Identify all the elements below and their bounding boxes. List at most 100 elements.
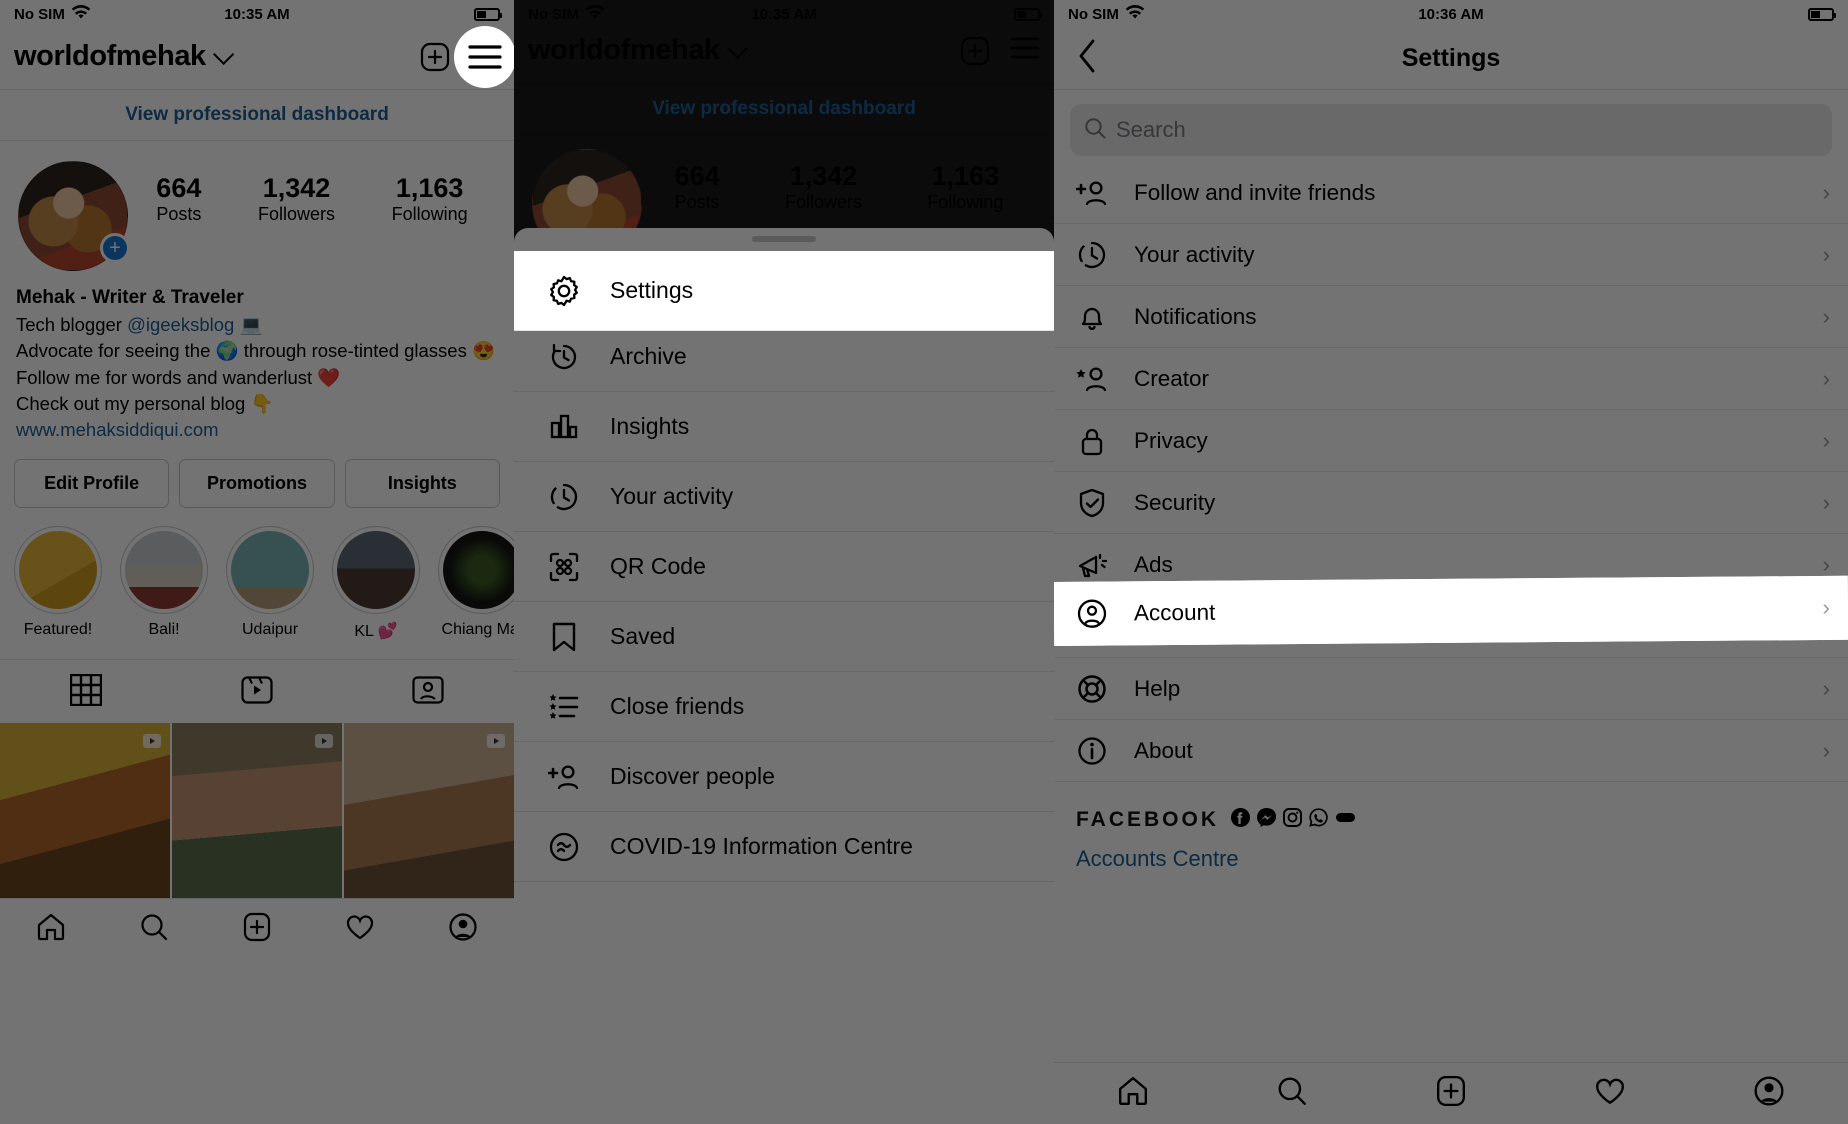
add-person-icon [1076, 177, 1116, 209]
battery-icon [474, 7, 502, 21]
activity-clock-icon [1076, 239, 1116, 271]
highlight-cover [231, 531, 309, 610]
shield-check-icon [1076, 487, 1116, 519]
search-input[interactable]: Search [1070, 104, 1832, 156]
chevron-down-icon[interactable] [726, 37, 749, 59]
avatar[interactable]: + [18, 161, 130, 271]
settings-item-label: Security [1134, 489, 1216, 515]
add-story-badge[interactable]: + [100, 233, 130, 263]
menu-item-label: Saved [610, 623, 676, 649]
home-icon[interactable] [36, 912, 66, 947]
stat-value: 1,342 [789, 161, 858, 191]
lock-icon [1076, 425, 1116, 457]
settings-navbar: Settings [1054, 28, 1848, 90]
chevron-down-icon[interactable] [212, 43, 235, 65]
stat-posts[interactable]: 664 Posts [156, 173, 201, 225]
highlight-cover [443, 531, 514, 610]
search-icon[interactable] [1276, 1075, 1308, 1112]
menu-item-settings-highlighted[interactable]: Settings [514, 251, 1054, 331]
heart-icon[interactable] [1594, 1075, 1626, 1112]
view-professional-dashboard-link[interactable]: View professional dashboard [0, 90, 514, 141]
bio-mention-handle[interactable]: @igeeksblog [127, 314, 234, 335]
reels-badge-icon [486, 731, 506, 756]
account-circle-icon [1076, 598, 1116, 630]
insights-button[interactable]: Insights [344, 459, 500, 509]
menu-item-covid-info[interactable]: COVID-19 Information Centre [514, 812, 1054, 882]
add-post-icon[interactable] [1435, 1075, 1467, 1112]
tab-grid[interactable] [0, 660, 171, 723]
view-professional-dashboard-link[interactable]: View professional dashboard [514, 84, 1054, 135]
close-friends-list-icon [548, 691, 588, 723]
page-title: Settings [1401, 44, 1501, 72]
facebook-section-header: FACEBOOK [1054, 782, 1848, 832]
menu-item-saved[interactable]: Saved [514, 602, 1054, 672]
highlight-item[interactable]: KL 💕 [332, 526, 420, 641]
settings-item-notifications[interactable]: Notifications › [1054, 286, 1848, 348]
highlight-item[interactable]: Bali! [120, 526, 208, 641]
stat-posts[interactable]: 664 Posts [675, 161, 720, 213]
settings-item-privacy[interactable]: Privacy › [1054, 410, 1848, 472]
grid-icon [69, 674, 102, 711]
settings-item-creator[interactable]: Creator › [1054, 348, 1848, 410]
bio-line-4: Check out my personal blog 👇 [16, 392, 274, 414]
settings-item-your-activity[interactable]: Your activity › [1054, 224, 1848, 286]
highlight-item[interactable]: Udaipur [226, 526, 314, 641]
stat-following[interactable]: 1,163 Following [927, 161, 1003, 213]
post-thumbnail[interactable] [344, 723, 514, 899]
tab-tagged[interactable] [343, 660, 514, 723]
menu-item-archive[interactable]: Archive [514, 322, 1054, 392]
archive-clock-icon [548, 341, 588, 373]
profile-icon[interactable] [448, 912, 478, 947]
highlight-item[interactable]: Chiang Mai [438, 526, 514, 641]
promotions-button[interactable]: Promotions [179, 459, 335, 509]
menu-item-label: Close friends [610, 693, 745, 719]
menu-item-discover-people[interactable]: Discover people [514, 742, 1054, 812]
profile-bio: Mehak - Writer & Traveler Tech blogger @… [0, 271, 514, 443]
profile-username[interactable]: worldofmehak [14, 40, 206, 73]
edit-profile-button[interactable]: Edit Profile [14, 459, 170, 509]
hamburger-spotlight[interactable] [454, 26, 514, 88]
home-icon[interactable] [1117, 1075, 1149, 1112]
bell-icon [1076, 301, 1116, 333]
profile-tabs [0, 659, 514, 723]
profile-stats: 664 Posts 1,342 Followers 1,163 Followin… [642, 149, 1036, 213]
stat-followers[interactable]: 1,342 Followers [258, 173, 335, 225]
profile-username[interactable]: worldofmehak [528, 34, 720, 67]
chevron-right-icon: › [1822, 303, 1831, 329]
bio-website-link[interactable]: www.mehaksiddiqui.com [16, 417, 498, 443]
settings-item-about[interactable]: About › [1054, 720, 1848, 782]
highlight-item[interactable]: Featured! [14, 526, 102, 641]
post-thumbnail[interactable] [172, 723, 342, 899]
megaphone-icon [1076, 549, 1116, 581]
post-thumbnail[interactable] [0, 723, 170, 899]
settings-item-security[interactable]: Security › [1054, 472, 1848, 534]
add-post-icon[interactable] [242, 912, 272, 947]
settings-item-help[interactable]: Help › [1054, 658, 1848, 720]
plus-square-icon[interactable] [420, 42, 450, 72]
story-highlights: Featured! Bali! Udaipur KL 💕 Chiang Mai [0, 508, 514, 641]
settings-row-spotlight[interactable]: Settings [514, 251, 1054, 331]
heart-icon[interactable] [345, 912, 375, 947]
stat-following[interactable]: 1,163 Following [392, 173, 468, 225]
menu-item-label: Discover people [610, 763, 775, 789]
profile-icon[interactable] [1753, 1075, 1785, 1112]
plus-square-icon[interactable] [960, 36, 990, 66]
menu-item-insights[interactable]: Insights [514, 392, 1054, 462]
menu-item-qr-code[interactable]: QR Code [514, 532, 1054, 602]
settings-item-account-highlighted[interactable]: Account › [1054, 575, 1848, 646]
add-person-icon [548, 761, 588, 793]
hamburger-menu-icon[interactable] [1010, 36, 1040, 66]
menu-item-close-friends[interactable]: Close friends [514, 672, 1054, 742]
menu-item-your-activity[interactable]: Your activity [514, 462, 1054, 532]
tab-reels[interactable] [171, 660, 342, 723]
account-row-spotlight[interactable]: Account › [1054, 575, 1848, 646]
settings-item-follow-and-invite-friends[interactable]: Follow and invite friends › [1054, 162, 1848, 224]
settings-item-label: Your activity [1134, 241, 1255, 267]
stat-followers[interactable]: 1,342 Followers [785, 161, 862, 213]
highlight-cover [125, 531, 203, 610]
accounts-centre-link[interactable]: Accounts Centre [1054, 832, 1848, 872]
stat-label: Posts [156, 204, 202, 225]
stat-label: Following [927, 192, 1004, 213]
facebook-icon [1231, 808, 1251, 832]
search-icon[interactable] [139, 912, 169, 947]
